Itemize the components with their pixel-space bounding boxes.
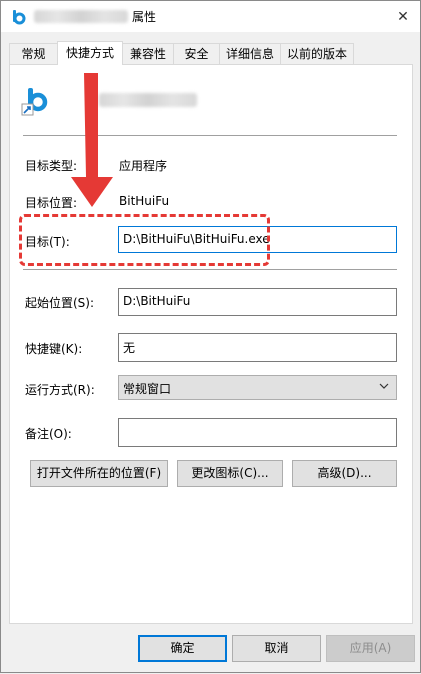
shortcut-key-input[interactable]: 无 [118,333,397,362]
change-icon-button[interactable]: 更改图标(C)... [177,460,283,487]
tab-previous-versions[interactable]: 以前的版本 [280,43,354,64]
annotation-highlight-box [19,214,270,266]
target-type-value: 应用程序 [119,159,168,173]
chevron-down-icon [379,383,389,389]
tab-shortcut[interactable]: 快捷方式 [57,41,123,65]
run-select[interactable]: 常规窗口 [118,375,397,400]
tab-details[interactable]: 详细信息 [219,43,281,64]
window-title: 属性 [132,10,157,24]
target-location-value: BitHuiFu [119,194,170,208]
tab-compatibility[interactable]: 兼容性 [122,43,174,64]
shortcut-key-label: 快捷键(K): [25,342,83,356]
separator-top [23,135,397,136]
run-label: 运行方式(R): [25,383,95,397]
open-file-location-button[interactable]: 打开文件所在的位置(F) [30,460,168,487]
title-bar: 属性 ✕ [1,1,420,32]
cancel-button[interactable]: 取消 [232,635,321,662]
properties-dialog: 属性 ✕ 常规 快捷方式 兼容性 安全 详细信息 以前的版本 目标类型: 应用程… [0,0,421,673]
close-button[interactable]: ✕ [386,1,420,32]
tab-security[interactable]: 安全 [173,43,220,64]
app-icon [21,88,48,116]
close-icon: ✕ [397,8,409,25]
blurred-filename [34,10,128,23]
target-location-label: 目标位置: [25,196,78,210]
tab-general[interactable]: 常规 [9,43,58,64]
ok-button[interactable]: 确定 [138,635,227,662]
separator-middle [23,269,397,270]
comment-input[interactable] [118,418,397,447]
start-in-label: 起始位置(S): [25,296,95,310]
run-select-value: 常规窗口 [123,382,172,396]
comment-label: 备注(O): [25,427,72,441]
start-in-input[interactable]: D:\BitHuiFu [118,288,397,316]
blurred-shortcut-name [99,93,197,107]
target-type-label: 目标类型: [25,159,78,173]
app-title-icon [13,10,26,25]
advanced-button[interactable]: 高级(D)... [292,460,397,487]
apply-button[interactable]: 应用(A) [326,635,415,662]
